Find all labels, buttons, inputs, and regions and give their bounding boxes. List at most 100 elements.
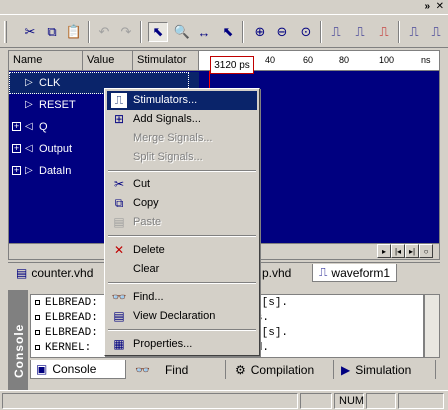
binoculars-icon: 👓 xyxy=(135,362,150,377)
tab-simulation[interactable]: ▶ Simulation xyxy=(336,360,436,379)
menu-separator xyxy=(108,170,256,172)
close-icon[interactable]: ✕ xyxy=(436,0,444,14)
console-scrollbar[interactable] xyxy=(424,294,440,358)
bullet-icon xyxy=(35,314,40,320)
console-line-prefix: ELBREAD: xyxy=(45,297,98,309)
menu-item-clear[interactable]: Clear xyxy=(107,260,257,279)
tab-counter-vhd[interactable]: ▤ counter.vhd xyxy=(10,264,99,282)
tab-compilation[interactable]: ⚙ Compilation xyxy=(230,360,334,379)
zoom-circle-icon[interactable]: ○ xyxy=(419,244,433,258)
output-pin-icon: ◁ xyxy=(25,121,33,132)
ruler-tick: 100 xyxy=(379,55,395,65)
status-cell xyxy=(300,393,332,409)
scroll-start-icon[interactable]: |◂ xyxy=(391,244,405,258)
menu-item-label: Add Signals... xyxy=(133,113,201,125)
toolbar-grip[interactable] xyxy=(4,21,7,43)
tab-p-vhd[interactable]: p.vhd xyxy=(256,264,297,282)
menu-item-split-signals[interactable]: Split Signals... xyxy=(107,148,257,167)
delete-icon: ✕ xyxy=(113,243,125,257)
menu-separator xyxy=(108,235,256,237)
waveform3-icon[interactable]: ⎍ xyxy=(374,22,394,42)
bullet-icon xyxy=(35,299,40,305)
tab-waveform1[interactable]: ⎍ waveform1 xyxy=(312,264,398,282)
menu-item-label: Paste xyxy=(133,216,162,228)
menu-item-copy[interactable]: ⧉ Copy xyxy=(107,194,257,213)
waveform-icon[interactable]: ⎍ xyxy=(326,22,346,42)
menu-item-label: Stimulators... xyxy=(133,94,198,106)
signal-name: Output xyxy=(39,143,73,155)
signal-name: RESET xyxy=(39,99,76,111)
select-icon[interactable]: ⬉ xyxy=(218,22,238,42)
signal-name: DataIn xyxy=(39,165,72,177)
menu-item-view-declaration[interactable]: ▤ View Declaration xyxy=(107,307,257,326)
paste-icon[interactable]: 📋 xyxy=(64,22,84,42)
tab-label: p.vhd xyxy=(262,266,292,280)
zoom-out-icon[interactable]: ⊖ xyxy=(272,22,292,42)
tab-console[interactable]: ▣ Console xyxy=(30,360,126,379)
column-header-stimulator[interactable]: Stimulator xyxy=(133,51,199,71)
tab-label: counter.vhd xyxy=(31,266,94,280)
tab-label: Console xyxy=(52,362,97,376)
menu-item-find[interactable]: 👓 Find... xyxy=(107,288,257,307)
zoom-in-icon[interactable]: ⊕ xyxy=(250,22,270,42)
console-line-prefix: ELBREAD: xyxy=(45,327,98,339)
column-header-name[interactable]: Name xyxy=(9,51,83,71)
pointer-icon[interactable]: ⬉ xyxy=(148,22,168,42)
waveform5-icon[interactable]: ⎍ xyxy=(426,22,446,42)
column-header-value[interactable]: Value xyxy=(83,51,133,71)
copy-icon[interactable]: ⧉ xyxy=(42,22,62,42)
redo-icon[interactable]: ↷ xyxy=(116,22,136,42)
ruler-tick: 80 xyxy=(339,55,350,65)
menu-item-paste[interactable]: ▤ Paste xyxy=(107,213,257,232)
stimulator-icon: ⎍ xyxy=(111,93,127,108)
tab-find[interactable]: 👓 Find xyxy=(130,360,226,379)
console-tab-bar: ▣ Console 👓 Find ⚙ Compilation ▶ Simulat… xyxy=(30,360,440,380)
expand-icon[interactable]: + xyxy=(12,144,21,153)
chevron-icon[interactable]: » xyxy=(424,0,430,14)
zoom-fit-icon[interactable]: ⊙ xyxy=(296,22,316,42)
scroll-end-icon[interactable]: ▸| xyxy=(405,244,419,258)
menu-item-label: Delete xyxy=(133,244,165,256)
tab-label: Find xyxy=(164,362,189,377)
bullet-icon xyxy=(35,329,40,335)
toolbar-separator xyxy=(398,21,400,43)
output-pin-icon: ◁ xyxy=(25,143,33,154)
input-pin-icon: ▷ xyxy=(25,77,33,88)
console-line-prefix: KERNEL: xyxy=(45,342,92,354)
scissors-icon[interactable]: ✂ xyxy=(20,22,40,42)
scroll-right-icon[interactable]: ▸ xyxy=(377,244,391,258)
menu-item-cut[interactable]: ✂ Cut xyxy=(107,175,257,194)
tab-label: waveform1 xyxy=(331,265,391,280)
zoom-tool-icon[interactable]: 🔍 xyxy=(172,22,192,42)
menu-item-stimulators[interactable]: ⎍ Stimulators... xyxy=(107,91,257,110)
num-indicator: NUM xyxy=(334,393,364,409)
menu-item-label: Cut xyxy=(133,178,151,190)
status-cell xyxy=(366,393,396,409)
menu-item-label: Copy xyxy=(133,197,159,209)
status-message xyxy=(2,393,298,409)
waveform-file-icon: ⎍ xyxy=(319,265,328,279)
toolbar: ✂ ⧉ 📋 ↶ ↷ ⬉ 🔍 ↔ ⬉ ⊕ ⊖ ⊙ ⎍ ⎍ ⎍ ⎍ ⎍ xyxy=(0,14,448,48)
time-cursor-readout: 3120 ps xyxy=(210,56,254,74)
menu-item-properties[interactable]: ▦ Properties... xyxy=(107,335,257,354)
menu-item-merge-signals[interactable]: Merge Signals... xyxy=(107,129,257,148)
menu-item-delete[interactable]: ✕ Delete xyxy=(107,241,257,260)
toolbar-separator xyxy=(242,21,244,43)
console-icon: ▣ xyxy=(36,362,48,376)
console-label-text: Console xyxy=(12,323,26,378)
title-strip: » ✕ xyxy=(0,0,448,14)
menu-item-label: Merge Signals... xyxy=(133,132,213,144)
pan-icon[interactable]: ↔ xyxy=(194,22,214,42)
properties-icon: ▦ xyxy=(113,337,125,351)
simulation-icon: ▶ xyxy=(341,362,351,377)
menu-item-add-signals[interactable]: ⊞ Add Signals... xyxy=(107,110,257,129)
menu-item-label: View Declaration xyxy=(133,310,216,322)
waveform2-icon[interactable]: ⎍ xyxy=(350,22,370,42)
waveform4-icon[interactable]: ⎍ xyxy=(404,22,424,42)
expand-icon[interactable]: + xyxy=(12,166,21,175)
scissors-icon: ✂ xyxy=(113,177,125,191)
expand-icon[interactable]: + xyxy=(12,122,21,131)
tab-label: Compilation xyxy=(250,362,315,377)
undo-icon[interactable]: ↶ xyxy=(94,22,114,42)
signal-name: CLK xyxy=(39,77,61,89)
